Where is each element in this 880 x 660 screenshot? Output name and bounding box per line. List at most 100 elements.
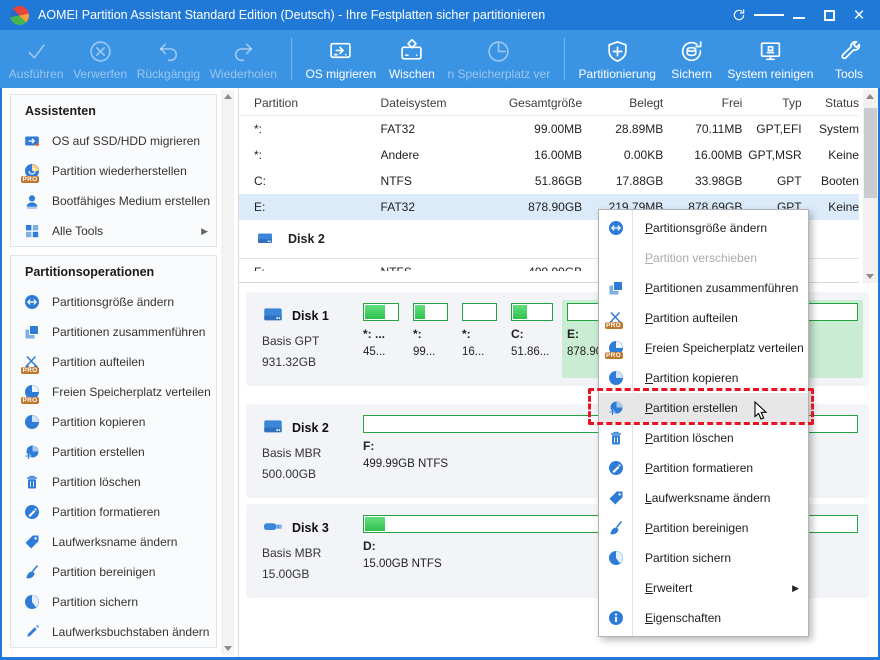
- partition-block-[interactable]: *: 16...: [457, 300, 502, 378]
- sidebar-item-partition-wiederherstellen[interactable]: PRO Partition wiederherstellen: [11, 156, 216, 186]
- wipe-disk-icon: [399, 37, 424, 64]
- minimize-button[interactable]: [784, 1, 814, 29]
- usage-bar-fill: [365, 305, 385, 319]
- scroll-down-icon[interactable]: [863, 270, 876, 283]
- context-menu-item-label: Partition formatieren: [645, 461, 754, 475]
- table-scrollbar[interactable]: [863, 90, 878, 283]
- column-header-free[interactable]: Frei: [663, 96, 743, 110]
- allocate-space-icon: [486, 37, 511, 64]
- toolbar-button-ausf-hren[interactable]: Ausführen: [4, 31, 68, 87]
- table-header-row: Partition Dateisystem Gesamtgröße Belegt Fre…: [239, 90, 859, 116]
- sidebar-item-laufwerksbuchstaben-ndern[interactable]: Laufwerksbuchstaben ändern: [11, 617, 216, 647]
- cell-filesystem: NTFS: [380, 174, 412, 188]
- maximize-button[interactable]: [814, 1, 844, 29]
- scroll-up-icon[interactable]: [863, 90, 876, 103]
- context-menu-item-laufwerksname-ndern[interactable]: Laufwerksname ändern: [599, 483, 808, 513]
- context-menu-item-partitionsgr-e-ndern[interactable]: Partitionsgröße ändern: [599, 213, 808, 243]
- context-menu-item-label: Freien Speicherplatz verteilen: [645, 341, 804, 355]
- column-header-filesystem[interactable]: Dateisystem: [381, 96, 490, 110]
- split-partition-icon: PRO: [599, 310, 632, 329]
- backup-partition-icon: [24, 594, 41, 611]
- context-menu-item-partition-bereinigen[interactable]: Partition bereinigen: [599, 513, 808, 543]
- sidebar-item-alle-tools[interactable]: Alle Tools ▶: [11, 216, 216, 246]
- context-menu-item-erweitert[interactable]: Erweitert ▶: [599, 573, 808, 603]
- discard-icon: [88, 37, 113, 64]
- cell-type: GPT,MSR: [748, 148, 802, 162]
- context-menu-item-partition-aufteilen[interactable]: PRO Partition aufteilen: [599, 303, 808, 333]
- context-menu-item-partition-l-schen[interactable]: Partition löschen: [599, 423, 808, 453]
- disk-info: Disk 1 Basis GPT 931.32GB: [246, 292, 358, 386]
- sidebar-item-os-auf-ssd-hdd-migrieren[interactable]: OS auf SSD/HDD migrieren: [11, 126, 216, 156]
- context-menu-item-eigenschaften[interactable]: Eigenschaften: [599, 603, 808, 633]
- sidebar-item-label: Freien Speicherplatz verteilen: [52, 385, 211, 399]
- sidebar-scrollbar[interactable]: [221, 90, 234, 655]
- toolbar-button-wiederholen[interactable]: Wiederholen: [205, 31, 282, 87]
- format-partition-icon: [599, 460, 632, 476]
- sidebar-item-bootf-higes-medium-erstellen[interactable]: Bootfähiges Medium erstellen: [11, 186, 216, 216]
- sidebar-item-label: Partition formatieren: [52, 505, 161, 519]
- partition-block-[interactable]: *: ... 45...: [358, 300, 404, 378]
- hdd-icon: [262, 304, 284, 327]
- scroll-up-icon[interactable]: [221, 90, 234, 103]
- toolbar-button-wischen[interactable]: Wischen: [381, 31, 443, 87]
- context-menu-item-label: Eigenschaften: [645, 611, 722, 625]
- sidebar-section: Assistenten OS auf SSD/HDD migrieren PRO Pa…: [10, 94, 217, 247]
- app-logo-icon: [10, 5, 29, 25]
- context-menu-item-partitionen-zusammenf-hren[interactable]: Partitionen zusammenführen: [599, 273, 808, 303]
- table-row-[interactable]: *: Andere 16.00MB 0.00KB 16.00MB GPT,MSR Keine: [239, 142, 859, 168]
- toolbar-button-os-migrieren[interactable]: OS migrieren: [301, 31, 381, 87]
- chevron-right-icon: ▶: [792, 582, 799, 593]
- toolbar-button-partitionierung[interactable]: Partitionierung: [574, 31, 661, 87]
- context-menu-item-partition-sichern[interactable]: Partition sichern: [599, 543, 808, 573]
- delete-partition-icon: [608, 430, 624, 446]
- column-header-partition[interactable]: Partition: [254, 96, 381, 110]
- scrollbar-thumb[interactable]: [864, 108, 877, 198]
- disk-name: Disk 2: [292, 420, 329, 435]
- context-menu-item-label: Erweitert: [645, 581, 693, 595]
- partition-block-C[interactable]: C: 51.86...: [506, 300, 558, 378]
- toolbar-button-verwerfen[interactable]: Verwerfen: [68, 31, 132, 87]
- cell-total: 99.00MB: [534, 122, 583, 136]
- sidebar-item-partitionsgr-e-ndern[interactable]: Partitionsgröße ändern: [11, 287, 216, 317]
- toolbar-button-label: Sichern: [671, 67, 712, 81]
- sidebar-item-partition-aufteilen[interactable]: PRO Partition aufteilen: [11, 347, 216, 377]
- cell-partition: *:: [254, 148, 263, 162]
- toolbar-button-tools[interactable]: Tools: [818, 31, 880, 87]
- partition-label: *:: [462, 327, 471, 341]
- cell-filesystem: FAT32: [380, 122, 415, 136]
- partition-block-[interactable]: *: 99...: [408, 300, 453, 378]
- toolbar-button-n-speicherplatz-ver[interactable]: n Speicherplatz ver: [443, 31, 555, 87]
- sidebar-item-partition-formatieren[interactable]: Partition formatieren: [11, 497, 216, 527]
- column-header-used[interactable]: Belegt: [582, 96, 663, 110]
- context-menu-item-partition-formatieren[interactable]: Partition formatieren: [599, 453, 808, 483]
- sidebar-item-partition-l-schen[interactable]: Partition löschen: [11, 467, 216, 497]
- table-row-C[interactable]: C: NTFS 51.86GB 17.88GB 33.98GB GPT Booten: [239, 168, 859, 194]
- properties-info-icon: [599, 610, 632, 626]
- column-header-type[interactable]: Typ: [742, 96, 801, 110]
- table-row-[interactable]: *: FAT32 99.00MB 28.89MB 70.11MB GPT,EFI Syste…: [239, 116, 859, 142]
- disk-info: Disk 3 Basis MBR 15.00GB: [246, 504, 358, 598]
- menu-icon[interactable]: [754, 1, 784, 29]
- cell-type: GPT: [776, 174, 802, 188]
- toolbar-button-r-ckg-ngig[interactable]: Rückgängig: [132, 31, 205, 87]
- column-header-total[interactable]: Gesamtgröße: [489, 96, 582, 110]
- usage-bar-fill: [415, 305, 425, 319]
- sidebar-item-partition-erstellen[interactable]: Partition erstellen: [11, 437, 216, 467]
- tools-icon: [837, 37, 862, 64]
- sidebar-item-laufwerksname-ndern[interactable]: Laufwerksname ändern: [11, 527, 216, 557]
- split-partition-icon: PRO: [21, 354, 41, 374]
- sidebar-item-partition-bereinigen[interactable]: Partition bereinigen: [11, 557, 216, 587]
- sidebar-item-partitionen-zusammenf-hren[interactable]: Partitionen zusammenführen: [11, 317, 216, 347]
- context-menu-item-partition-verschieben[interactable]: Partition verschieben: [599, 243, 808, 273]
- sidebar-item-partition-sichern[interactable]: Partition sichern: [11, 587, 216, 617]
- sidebar-item-partition-kopieren[interactable]: Partition kopieren: [11, 407, 216, 437]
- toolbar-button-sichern[interactable]: Sichern: [661, 31, 723, 87]
- sidebar-item-freien-speicherplatz-verteilen[interactable]: PRO Freien Speicherplatz verteilen: [11, 377, 216, 407]
- scroll-down-icon[interactable]: [221, 642, 234, 655]
- column-header-status[interactable]: Status: [802, 96, 859, 110]
- close-button[interactable]: ×: [844, 1, 874, 29]
- toolbar-button-system-reinigen[interactable]: System reinigen: [723, 31, 818, 87]
- refresh-icon[interactable]: [724, 1, 754, 29]
- context-menu-item-freien-speicherplatz-verteilen[interactable]: PRO Freien Speicherplatz verteilen: [599, 333, 808, 363]
- context-menu-item-label: Partition bereinigen: [645, 521, 749, 535]
